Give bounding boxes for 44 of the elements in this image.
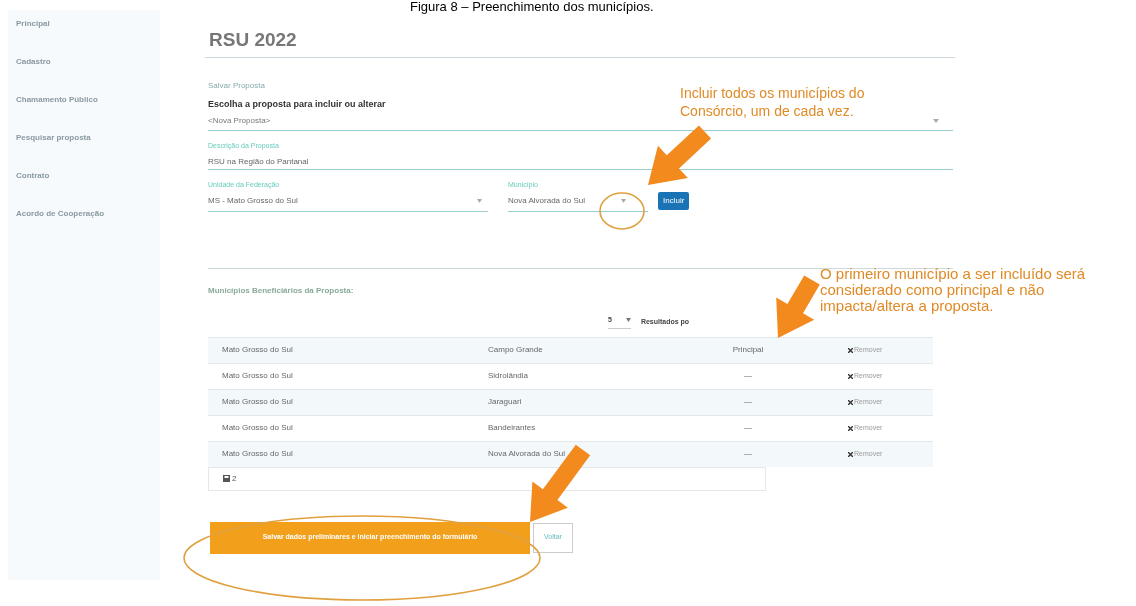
table-cell-text: Sidrolândia [488, 370, 530, 382]
table-cell-text: — [743, 396, 753, 408]
table-cell-text: Mato Grosso do Sul [221, 344, 294, 356]
table-cell-text: — [743, 448, 753, 460]
close-icon [848, 451, 853, 457]
caret-icon [625, 318, 631, 323]
figure-caption: Figura 8 – Preenchimento dos municípios. [410, 0, 654, 13]
table-cell-text: Mato Grosso do Sul [221, 370, 294, 382]
close-icon [848, 347, 853, 353]
table-cell-text: Mato Grosso do Sul [221, 396, 294, 408]
table-cell-text: Nova Alvorada do Sul [488, 448, 566, 460]
include-button[interactable]: Incluir [658, 191, 690, 210]
page-title: RSU 2022 [209, 28, 297, 52]
caret-icon [621, 198, 626, 203]
municipio-select[interactable]: Nova Alvorada do Sul [508, 190, 648, 212]
caret-icon [477, 198, 482, 203]
callout-arrow [776, 275, 820, 338]
highlight-ellipse [599, 192, 645, 230]
sidebar-item[interactable]: Acordo de Cooperação [16, 208, 160, 220]
section-title: Salvar Proposta [208, 79, 265, 92]
field-label: Escolha a proposta para incluir ou alterar [208, 97, 386, 111]
sidebar-item[interactable]: Principal [16, 18, 160, 30]
page-number[interactable]: 2 [232, 472, 237, 485]
sidebar-item[interactable]: Pesquisar proposta [16, 132, 160, 144]
sidebar-item[interactable]: Chamamento Público [16, 94, 160, 106]
table-cell-text: — [743, 370, 753, 382]
uf-select[interactable]: MS - Mato Grosso do Sul [208, 190, 488, 212]
table-cell-text: Mato Grosso do Sul [221, 422, 294, 434]
close-icon [848, 373, 853, 379]
close-icon [848, 399, 853, 405]
table-cell-text: Bandeirantes [488, 422, 537, 434]
annotation-text: O primeiro município a ser incluído será considerado como principal e não impacta/altera a proposta. [820, 266, 1087, 314]
close-icon [848, 425, 853, 431]
sidebar-item[interactable]: Contrato [16, 170, 160, 182]
section-title: Municípios Beneficiários da Proposta: [208, 285, 354, 297]
table-cell-text: Principal [731, 344, 765, 356]
caret-icon [933, 118, 939, 123]
table-cell-text: Mato Grosso do Sul [221, 448, 294, 460]
table-cell-text: Jaraguari [488, 396, 523, 408]
table-cell-text: Campo Grande [488, 344, 544, 356]
callout-arrow [648, 125, 712, 185]
save-icon[interactable] [223, 475, 230, 482]
table-cell-text: — [743, 422, 753, 434]
sidebar-item[interactable]: Cadastro [16, 56, 160, 68]
